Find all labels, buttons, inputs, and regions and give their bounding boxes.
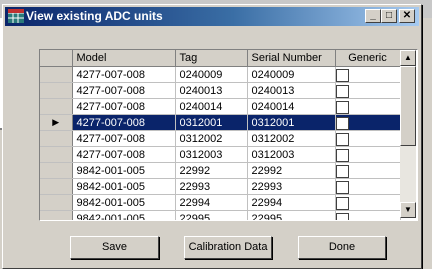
cell-model[interactable]: 4277-007-008 — [72, 130, 176, 147]
cell-model[interactable]: 9842-001-005 — [72, 194, 176, 211]
calibration-data-button[interactable]: Calibration Data — [184, 236, 272, 259]
table-header-row: Model Tag Serial Number Generic — [40, 50, 401, 67]
generic-checkbox[interactable] — [335, 196, 349, 210]
row-selector[interactable] — [40, 98, 73, 115]
cell-serial-number[interactable]: 0312003 — [247, 146, 336, 163]
minimize-button[interactable]: _ — [365, 9, 381, 23]
row-selector[interactable] — [40, 162, 73, 179]
table-row[interactable]: ▶ 4277-007-008 0312001 0312001 — [40, 114, 401, 131]
cell-tag[interactable]: 22992 — [175, 162, 248, 179]
cell-serial-number[interactable]: 22992 — [247, 162, 336, 179]
row-selector[interactable] — [40, 178, 73, 195]
table-row[interactable]: 4277-007-008 0240009 0240009 — [40, 66, 401, 83]
save-button[interactable]: Save — [70, 236, 159, 259]
cell-generic — [335, 178, 401, 195]
cell-generic — [335, 162, 401, 179]
row-selector-header[interactable] — [40, 50, 73, 67]
cell-serial-number[interactable]: 22993 — [247, 178, 336, 195]
cell-tag[interactable]: 22995 — [175, 210, 248, 220]
table-row[interactable]: 4277-007-008 0240013 0240013 — [40, 82, 401, 99]
current-row-pointer-icon: ▶ — [52, 117, 60, 127]
cell-tag[interactable]: 22993 — [175, 178, 248, 195]
cell-generic — [335, 66, 401, 83]
scroll-thumb[interactable] — [400, 66, 416, 146]
table-row[interactable]: 9842-001-005 22995 22995 — [40, 210, 401, 220]
app-grid-icon — [8, 9, 24, 23]
cell-serial-number[interactable]: 0240009 — [247, 66, 336, 83]
generic-checkbox[interactable] — [335, 148, 349, 162]
cell-tag[interactable]: 22994 — [175, 194, 248, 211]
scroll-down-button[interactable]: ▼ — [400, 202, 416, 218]
cell-model[interactable]: 4277-007-008 — [72, 114, 176, 131]
table-row[interactable]: 9842-001-005 22994 22994 — [40, 194, 401, 211]
generic-checkbox[interactable] — [335, 212, 349, 220]
cell-model[interactable]: 4277-007-008 — [72, 98, 176, 115]
table-row[interactable]: 4277-007-008 0240014 0240014 — [40, 98, 401, 115]
cell-generic — [335, 146, 401, 163]
adc-units-dialog: View existing ADC units _ □ ✕ Model Tag … — [2, 4, 422, 269]
scroll-up-arrow-icon: ▲ — [404, 53, 412, 62]
maximize-button[interactable]: □ — [381, 9, 397, 23]
cell-generic — [335, 130, 401, 147]
generic-checkbox[interactable] — [335, 132, 349, 146]
row-selector[interactable]: ▶ — [40, 114, 73, 131]
close-icon: ✕ — [402, 10, 412, 21]
cell-serial-number[interactable]: 0240014 — [247, 98, 336, 115]
column-header-model[interactable]: Model — [72, 50, 176, 67]
table-row[interactable]: 9842-001-005 22992 22992 — [40, 162, 401, 179]
cell-generic — [335, 98, 401, 115]
cell-serial-number[interactable]: 0312002 — [247, 130, 336, 147]
close-button[interactable]: ✕ — [399, 9, 415, 23]
column-header-serial-number[interactable]: Serial Number — [247, 50, 336, 67]
scroll-down-arrow-icon: ▼ — [404, 205, 412, 214]
cell-serial-number[interactable]: 0312001 — [247, 114, 336, 131]
cell-model[interactable]: 4277-007-008 — [72, 146, 176, 163]
cell-serial-number[interactable]: 0240013 — [247, 82, 336, 99]
generic-checkbox[interactable] — [335, 116, 349, 130]
cell-serial-number[interactable]: 22994 — [247, 194, 336, 211]
cell-generic — [335, 82, 401, 99]
column-header-generic[interactable]: Generic — [335, 50, 401, 67]
table-row[interactable]: 9842-001-005 22993 22993 — [40, 178, 401, 195]
row-selector[interactable] — [40, 194, 73, 211]
vertical-scrollbar[interactable]: ▲ ▼ — [400, 50, 416, 218]
row-selector[interactable] — [40, 130, 73, 147]
cell-tag[interactable]: 0312001 — [175, 114, 248, 131]
window-title: View existing ADC units — [26, 9, 163, 23]
cell-model[interactable]: 4277-007-008 — [72, 66, 176, 83]
cell-model[interactable]: 4277-007-008 — [72, 82, 176, 99]
cell-tag[interactable]: 0312002 — [175, 130, 248, 147]
cell-tag[interactable]: 0312003 — [175, 146, 248, 163]
cell-model[interactable]: 9842-001-005 — [72, 162, 176, 179]
row-selector[interactable] — [40, 82, 73, 99]
minimize-icon: _ — [370, 10, 376, 21]
generic-checkbox[interactable] — [335, 84, 349, 98]
units-table: Model Tag Serial Number Generic 4277-007… — [40, 50, 401, 220]
cell-model[interactable]: 9842-001-005 — [72, 210, 176, 220]
table-row[interactable]: 4277-007-008 0312003 0312003 — [40, 146, 401, 163]
cell-tag[interactable]: 0240013 — [175, 82, 248, 99]
generic-checkbox[interactable] — [335, 68, 349, 82]
row-selector[interactable] — [40, 210, 73, 220]
maximize-icon: □ — [385, 10, 393, 21]
scroll-up-button[interactable]: ▲ — [400, 50, 416, 66]
cell-generic — [335, 194, 401, 211]
adc-units-grid[interactable]: Model Tag Serial Number Generic 4277-007… — [39, 49, 418, 221]
cell-tag[interactable]: 0240009 — [175, 66, 248, 83]
cell-serial-number[interactable]: 22995 — [247, 210, 336, 220]
cell-model[interactable]: 9842-001-005 — [72, 178, 176, 195]
cell-tag[interactable]: 0240014 — [175, 98, 248, 115]
row-selector[interactable] — [40, 66, 73, 83]
cell-generic — [335, 114, 401, 131]
done-button[interactable]: Done — [298, 236, 386, 259]
titlebar[interactable]: View existing ADC units _ □ ✕ — [5, 7, 419, 26]
column-header-tag[interactable]: Tag — [175, 50, 248, 67]
generic-checkbox[interactable] — [335, 180, 349, 194]
cell-generic — [335, 210, 401, 220]
generic-checkbox[interactable] — [335, 164, 349, 178]
table-row[interactable]: 4277-007-008 0312002 0312002 — [40, 130, 401, 147]
generic-checkbox[interactable] — [335, 100, 349, 114]
row-selector[interactable] — [40, 146, 73, 163]
